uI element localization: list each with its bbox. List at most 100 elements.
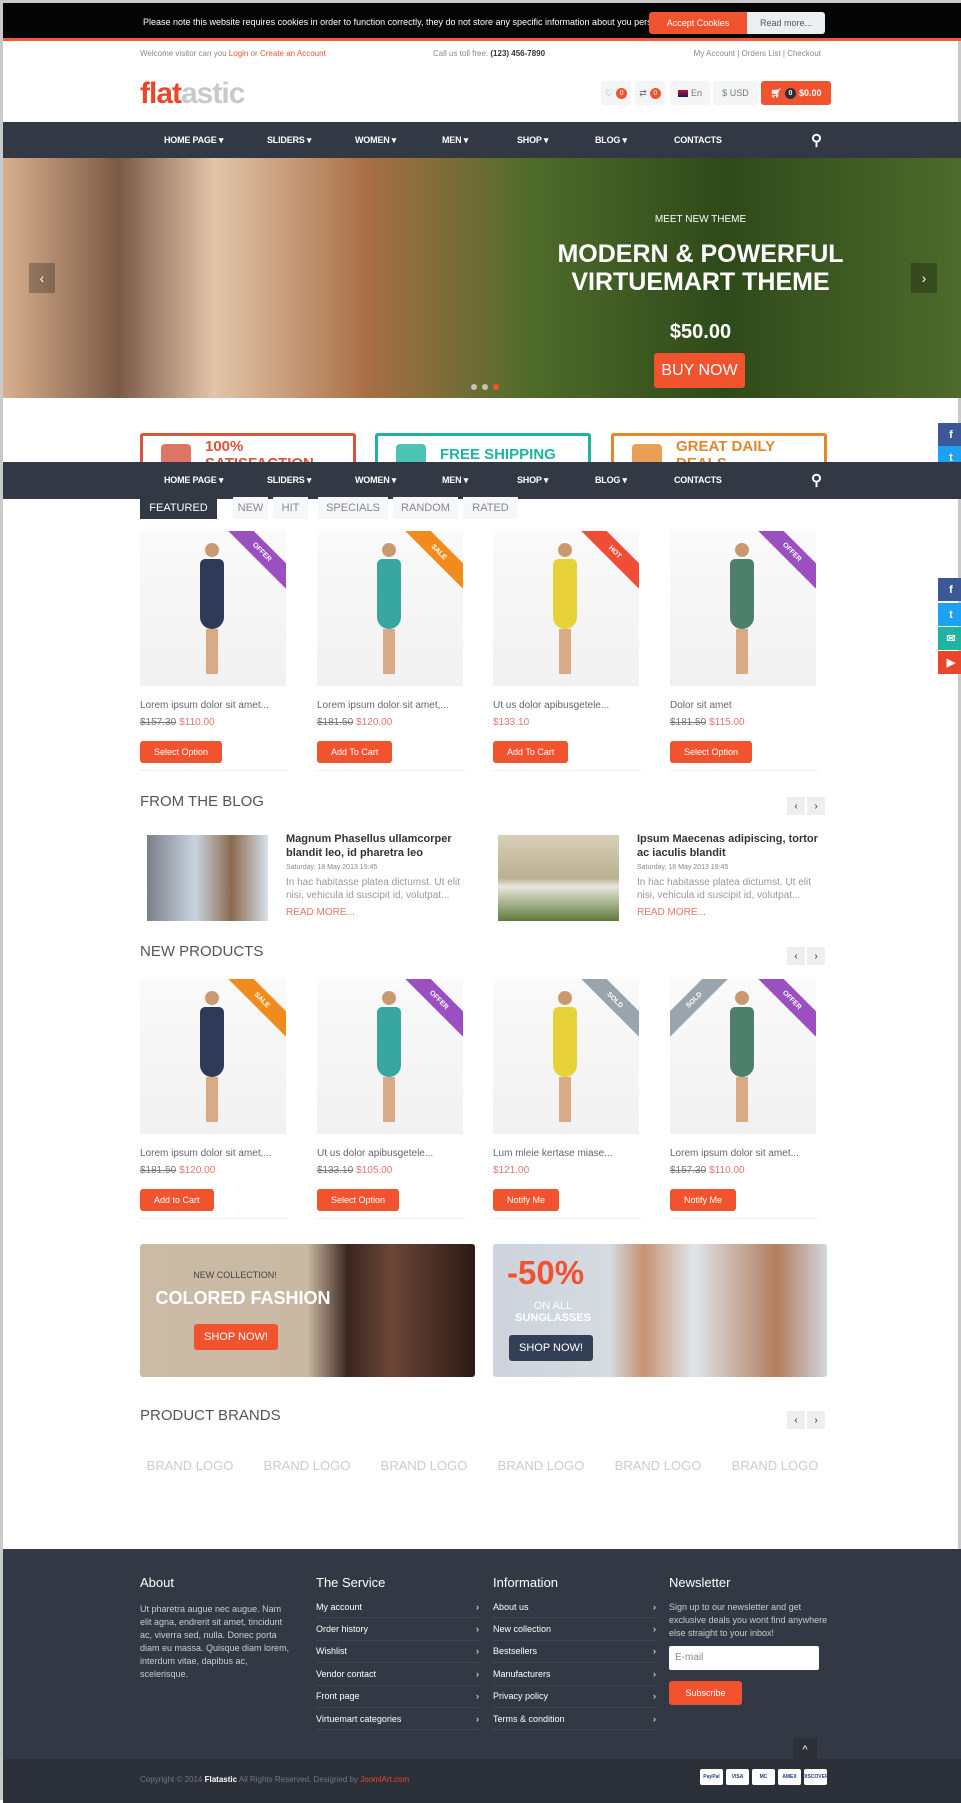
- product-action-button[interactable]: Add To Cart: [493, 741, 569, 763]
- banner2-shop-button[interactable]: SHOP NOW!: [509, 1335, 593, 1361]
- logo[interactable]: flatastic: [140, 77, 245, 111]
- footer-link[interactable]: Manufacturers ›: [493, 1663, 656, 1686]
- tab-hit[interactable]: HIT: [273, 497, 308, 519]
- newsletter-email-input[interactable]: [669, 1646, 819, 1670]
- accept-cookies-button[interactable]: Accept Cookies: [649, 12, 747, 34]
- login-link[interactable]: Login: [229, 49, 249, 58]
- footer-link[interactable]: Bestsellers ›: [493, 1641, 656, 1664]
- next-slide-arrow[interactable]: ›: [911, 263, 937, 293]
- currency-select[interactable]: $ USD: [713, 81, 758, 105]
- product-image[interactable]: OFFER: [317, 979, 463, 1134]
- product-title[interactable]: Lum mleie kertase miase...: [493, 1148, 643, 1159]
- product-action-button[interactable]: Notify Me: [493, 1189, 560, 1211]
- nav-item[interactable]: SHOP ▾: [517, 475, 548, 486]
- tab-rated[interactable]: RATED: [463, 497, 518, 519]
- designer-link[interactable]: JoomlArt.com: [360, 1775, 409, 1784]
- subscribe-button[interactable]: Subscribe: [669, 1681, 742, 1705]
- nav-item[interactable]: CONTACTS: [674, 135, 722, 145]
- product-image[interactable]: SOLD: [493, 979, 639, 1134]
- brand-logo[interactable]: BRAND LOGO: [257, 1458, 357, 1473]
- next-arrow[interactable]: ›: [807, 1411, 825, 1429]
- next-arrow[interactable]: ›: [807, 797, 825, 815]
- footer-link[interactable]: Wishlist ›: [316, 1641, 479, 1664]
- footer-link[interactable]: Virtuemart categories ›: [316, 1708, 479, 1731]
- product-action-button[interactable]: Notify Me: [670, 1189, 737, 1211]
- tab-specials[interactable]: SPECIALS: [318, 497, 388, 519]
- prev-arrow[interactable]: ‹: [787, 797, 805, 815]
- email-icon[interactable]: ✉: [938, 627, 961, 650]
- product-title[interactable]: Ut us dolor apibusgetele...: [493, 700, 643, 711]
- twitter-icon[interactable]: t: [938, 603, 961, 626]
- account-link[interactable]: My Account: [694, 49, 735, 58]
- tab-featured[interactable]: FEATURED: [140, 497, 217, 519]
- nav-item[interactable]: SLIDERS ▾: [267, 135, 311, 146]
- product-title[interactable]: Lorem ipsum dolor sit amet,...: [140, 1148, 290, 1159]
- brand-logo[interactable]: BRAND LOGO: [374, 1458, 474, 1473]
- account-link[interactable]: Orders List: [742, 49, 781, 58]
- newsletter-email-field[interactable]: E-mail: [669, 1646, 819, 1670]
- product-image[interactable]: HOT: [493, 531, 639, 686]
- nav-item[interactable]: HOME PAGE ▾: [164, 135, 223, 146]
- product-action-button[interactable]: Add To Cart: [317, 741, 393, 763]
- search-icon[interactable]: ⚲: [811, 471, 822, 489]
- tab-random[interactable]: RANDOM: [393, 497, 458, 519]
- read-more-button[interactable]: Read more...: [747, 12, 825, 34]
- brand-logo[interactable]: BRAND LOGO: [491, 1458, 591, 1473]
- blog-image[interactable]: [147, 835, 268, 921]
- footer-link[interactable]: Vendor contact ›: [316, 1663, 479, 1686]
- prev-arrow[interactable]: ‹: [787, 947, 805, 965]
- product-image[interactable]: SALE: [317, 531, 463, 686]
- search-icon[interactable]: ⚲: [811, 131, 822, 149]
- product-title[interactable]: Dolor sit amet: [670, 700, 820, 711]
- brand-logo[interactable]: BRAND LOGO: [140, 1458, 240, 1473]
- slide-dot[interactable]: [471, 384, 477, 390]
- product-action-button[interactable]: Add to Cart: [140, 1189, 214, 1211]
- tab-new[interactable]: NEW: [233, 497, 268, 519]
- account-link[interactable]: Checkout: [787, 49, 821, 58]
- slide-dot[interactable]: [493, 384, 499, 390]
- nav-item[interactable]: BLOG ▾: [595, 475, 627, 486]
- footer-link[interactable]: New collection ›: [493, 1618, 656, 1641]
- facebook-icon[interactable]: f: [938, 423, 961, 446]
- product-image[interactable]: OFFER: [140, 531, 286, 686]
- product-image[interactable]: OFFER: [670, 531, 816, 686]
- brand-logo[interactable]: BRAND LOGO: [608, 1458, 708, 1473]
- product-title[interactable]: Lorem ipsum dolor sit amet,...: [317, 700, 467, 711]
- wishlist-button[interactable]: ♡ 0: [601, 81, 631, 105]
- compare-button[interactable]: ⇄ 0: [635, 81, 665, 105]
- nav-item[interactable]: CONTACTS: [674, 475, 722, 485]
- blog-image[interactable]: [498, 835, 619, 921]
- nav-item[interactable]: SHOP ▾: [517, 135, 548, 146]
- cart-button[interactable]: 🛒︎ 0 $0.00: [761, 81, 831, 105]
- next-arrow[interactable]: ›: [807, 947, 825, 965]
- blog-title[interactable]: Ipsum Maecenas adipiscing, tortor ac iac…: [637, 832, 832, 860]
- blog-title[interactable]: Magnum Phasellus ullamcorper blandit leo…: [286, 832, 481, 860]
- language-select[interactable]: En: [670, 81, 710, 105]
- prev-slide-arrow[interactable]: ‹: [29, 263, 55, 293]
- nav-item[interactable]: SLIDERS ▾: [267, 475, 311, 486]
- product-action-button[interactable]: Select Option: [140, 741, 223, 763]
- footer-link[interactable]: About us ›: [493, 1596, 656, 1619]
- banner-sunglasses[interactable]: -50% ON ALL SUNGLASSES SHOP NOW!: [493, 1244, 827, 1377]
- nav-item[interactable]: HOME PAGE ▾: [164, 475, 223, 486]
- facebook-icon[interactable]: f: [938, 578, 961, 601]
- prev-arrow[interactable]: ‹: [787, 1411, 805, 1429]
- banner-colored-fashion[interactable]: NEW COLLECTION! COLORED FASHION SHOP NOW!: [140, 1244, 475, 1377]
- footer-link[interactable]: Terms & condition ›: [493, 1708, 656, 1731]
- product-title[interactable]: Lorem ipsum dolor sit amet...: [670, 1148, 820, 1159]
- create-account-link[interactable]: Create an Account: [260, 49, 326, 58]
- nav-item[interactable]: MEN ▾: [442, 135, 468, 146]
- footer-link[interactable]: Privacy policy ›: [493, 1686, 656, 1708]
- footer-link[interactable]: Order history ›: [316, 1618, 479, 1641]
- product-image[interactable]: SOLD OFFER: [670, 979, 816, 1134]
- nav-item[interactable]: WOMEN ▾: [355, 135, 396, 146]
- product-action-button[interactable]: Select Option: [670, 741, 753, 763]
- nav-item[interactable]: MEN ▾: [442, 475, 468, 486]
- banner1-shop-button[interactable]: SHOP NOW!: [194, 1324, 278, 1350]
- footer-link[interactable]: My account ›: [316, 1596, 479, 1619]
- buy-now-button[interactable]: BUY NOW: [654, 353, 745, 388]
- product-title[interactable]: Lorem ipsum dolor sit amet...: [140, 700, 290, 711]
- nav-item[interactable]: BLOG ▾: [595, 135, 627, 146]
- product-action-button[interactable]: Select Option: [317, 1189, 400, 1211]
- product-image[interactable]: SALE: [140, 979, 286, 1134]
